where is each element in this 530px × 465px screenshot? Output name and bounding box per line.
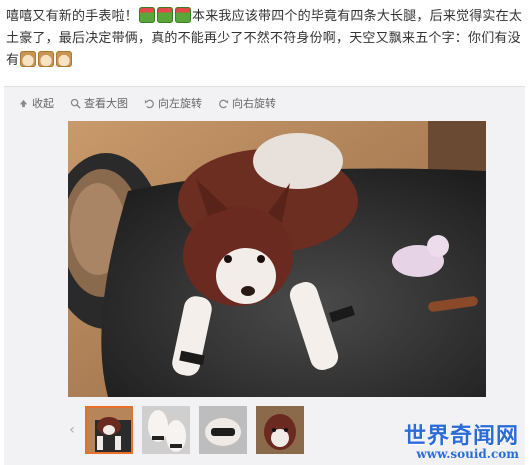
magnifier-icon [70, 98, 81, 109]
thumbnail-3[interactable] [199, 406, 247, 454]
rotate-right-label: 向右旋转 [232, 97, 276, 110]
collapse-button[interactable]: 收起 [18, 95, 54, 111]
site-watermark: 世界奇闻网 www.souid.com [404, 418, 519, 461]
dog-photo-illustration [68, 121, 486, 397]
prev-arrow-button[interactable]: ‹ [68, 406, 76, 454]
view-large-button[interactable]: 查看大图 [70, 95, 128, 111]
doge-emoji-icon [56, 51, 73, 67]
collapse-label: 收起 [32, 97, 54, 110]
doge-emoji-icon [20, 51, 37, 67]
gift-emoji-icon [175, 7, 192, 23]
rotate-left-label: 向左旋转 [158, 97, 202, 110]
rotate-left-button[interactable]: 向左旋转 [144, 95, 202, 111]
thumbnail-dog-image [87, 408, 131, 452]
watermark-url: www.souid.com [416, 447, 519, 461]
thumbnail-1[interactable] [85, 406, 133, 454]
post-text-part-1: 嘻嘻又有新的手表啦！ [6, 9, 139, 24]
view-large-label: 查看大图 [84, 97, 128, 110]
arrow-up-icon [19, 99, 28, 107]
thumbnail-face-image [256, 406, 304, 454]
post-text: 嘻嘻又有新的手表啦！ 本来我应该带四个的毕竟有四条大长腿，后来觉得实在太土豪了，最… [6, 6, 524, 72]
media-viewer: 收起 查看大图 向左旋转 向右旋转 ‹ 世界奇闻网 www.souid.com [4, 86, 525, 465]
rotate-right-icon [219, 99, 229, 108]
rotate-right-button[interactable]: 向右旋转 [218, 95, 276, 111]
main-photo-dog[interactable] [68, 121, 486, 397]
thumbnail-watch-image [199, 406, 247, 454]
thumbnail-strip: ‹ [68, 405, 304, 455]
thumbnail-2[interactable] [142, 406, 190, 454]
thumbnail-4[interactable] [256, 406, 304, 454]
rotate-left-icon [144, 99, 154, 108]
gift-emoji-icon [157, 7, 174, 23]
thumbnail-paws-image [142, 406, 190, 454]
watermark-title: 世界奇闻网 [403, 423, 519, 449]
media-toolbar: 收起 查看大图 向左旋转 向右旋转 [18, 95, 276, 111]
gift-emoji-icon [139, 7, 156, 23]
doge-emoji-icon [38, 51, 55, 67]
